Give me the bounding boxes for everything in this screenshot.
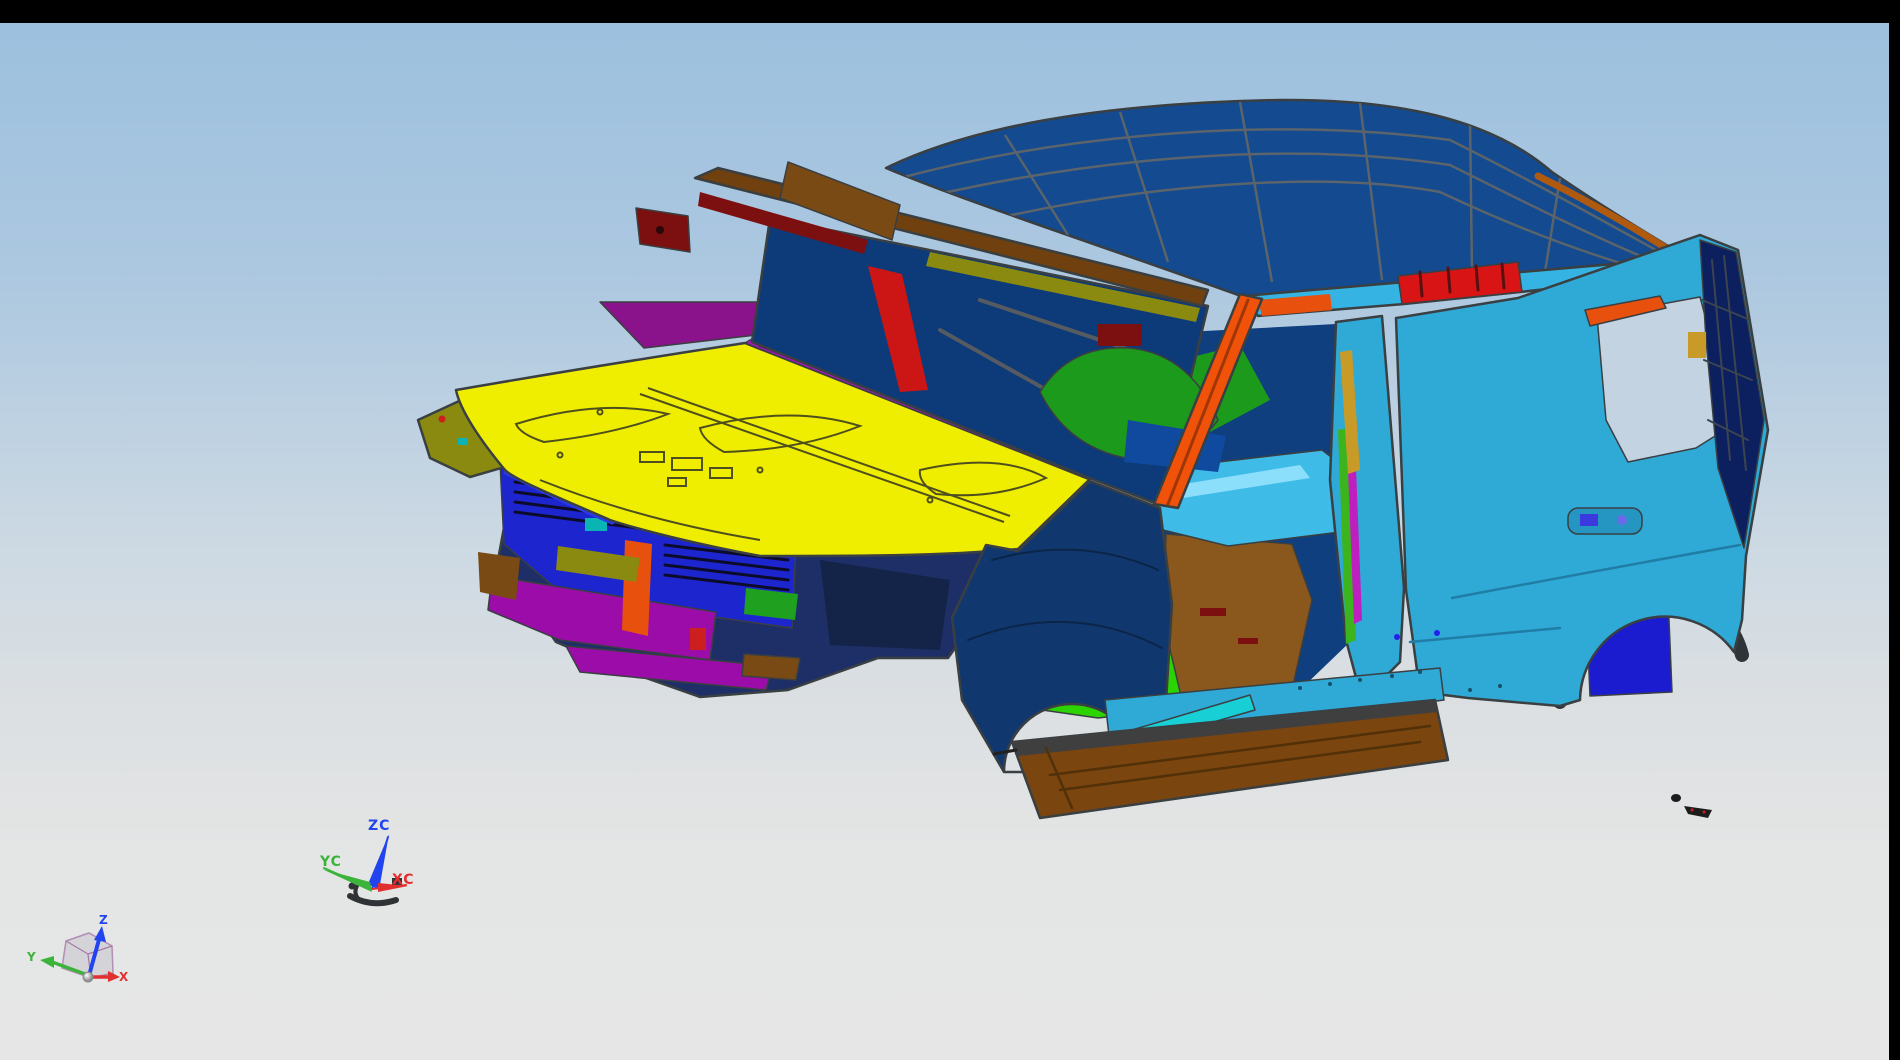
- wcs-rotation-handle[interactable]: [355, 884, 360, 900]
- handle-blue-dot: [1617, 515, 1627, 525]
- model-canvas[interactable]: ZC YC XC Z Y X: [0, 23, 1889, 1060]
- body-blue-dot: [1394, 634, 1400, 640]
- body-blue-dot: [1434, 630, 1440, 636]
- application-window: ZC YC XC Z Y X: [0, 0, 1900, 1060]
- wcs-triad[interactable]: ZC YC XC: [319, 818, 415, 903]
- datum-z-axis-arrow[interactable]: [94, 926, 106, 942]
- datum-y-label: Y: [26, 950, 36, 964]
- front-brown-corner: [478, 552, 520, 600]
- window-top-frame: [0, 0, 1900, 23]
- loose-parts[interactable]: [1671, 794, 1712, 818]
- datum-z-label: Z: [99, 913, 108, 927]
- wcs-y-axis-arrow[interactable]: [322, 869, 372, 892]
- rail-red-dot: [439, 416, 446, 423]
- datum-y-axis-arrow[interactable]: [40, 956, 54, 968]
- wcs-z-label: ZC: [368, 818, 390, 834]
- wcs-y-label: YC: [319, 854, 342, 870]
- quarter-window-gold-bracket: [1688, 332, 1706, 358]
- datum-origin-sphere[interactable]: [83, 972, 93, 982]
- wcs-x-label: XC: [392, 872, 415, 888]
- front-brown-bracket: [742, 654, 800, 680]
- loose-part-red-dot: [1691, 809, 1694, 812]
- front-red-detail: [690, 628, 706, 650]
- loose-part-red-dot: [1703, 811, 1706, 814]
- datum-x-label: X: [119, 970, 129, 984]
- front-orange-brace: [622, 540, 652, 636]
- loose-part-long[interactable]: [1684, 806, 1712, 818]
- bracket-hole: [656, 226, 664, 234]
- handle-blue-glyph: [1580, 514, 1598, 526]
- door-handle-recess[interactable]: [1568, 508, 1642, 534]
- rail-teal-chip: [458, 438, 468, 445]
- window-right-frame: [1889, 0, 1900, 1060]
- body-in-white-model[interactable]: [418, 100, 1768, 818]
- interior-darkred-bracket: [1098, 324, 1142, 346]
- floor-pan-brown[interactable]: [1163, 534, 1312, 700]
- floor-red-mark: [1238, 638, 1258, 644]
- graphics-viewport[interactable]: ZC YC XC Z Y X: [0, 23, 1889, 1060]
- wcs-z-axis-arrow[interactable]: [368, 834, 389, 890]
- floor-red-mark: [1200, 608, 1226, 616]
- datum-csys[interactable]: Z Y X: [26, 913, 129, 984]
- loose-part-small[interactable]: [1671, 794, 1681, 802]
